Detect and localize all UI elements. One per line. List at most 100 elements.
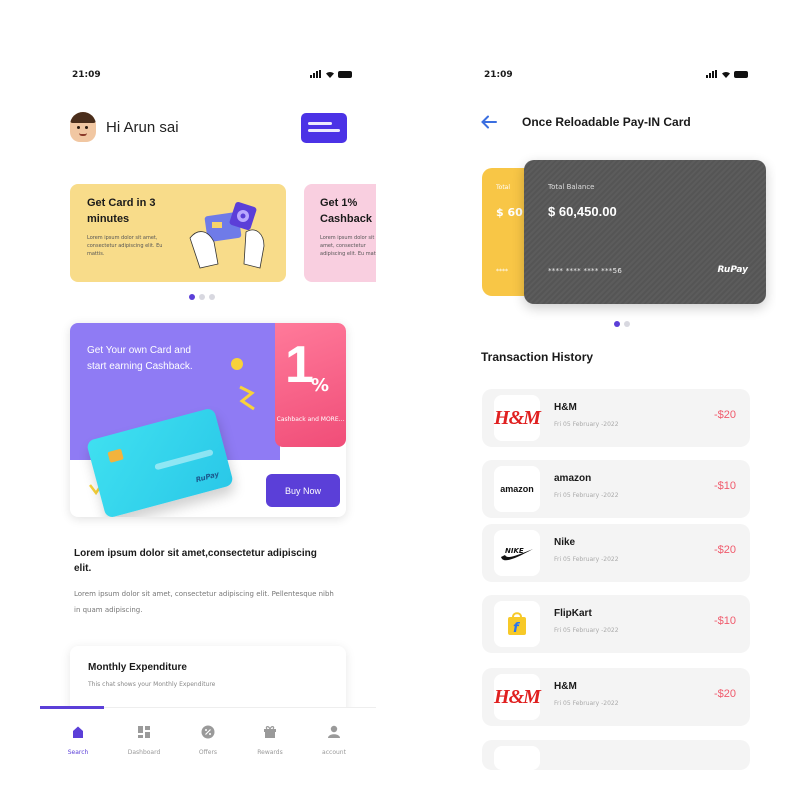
section-heading: Lorem ipsum dolor sit amet,consectetur a… <box>74 548 317 574</box>
status-bar: 21:09 <box>484 70 748 84</box>
yellow-dot-decoration <box>231 358 243 370</box>
carousel-dot[interactable] <box>199 294 205 300</box>
expenditure-subtitle: This chat shows your Monthly Expenditure <box>88 681 216 688</box>
card-detail-screen: 21:09 Once Reloadable Pay-IN Card Total … <box>460 0 776 800</box>
expenditure-title: Monthly Expenditure <box>88 662 187 673</box>
transaction-row[interactable]: H&M H&M Fri 05 February -2022 -$20 <box>482 668 750 726</box>
cashback-percent-badge: 1 % Cashback and MORE... <box>275 323 346 447</box>
battery-icon <box>734 70 748 78</box>
transaction-row[interactable]: NIKE Nike Fri 05 February -2022 -$20 <box>482 524 750 582</box>
promo-carousel-dots <box>189 294 215 300</box>
status-icons <box>310 70 352 78</box>
transaction-amount: -$10 <box>713 480 736 492</box>
transaction-amount: -$10 <box>713 615 736 627</box>
rewards-icon <box>264 726 276 738</box>
percent-digit: 1 <box>285 336 314 394</box>
cashback-caption: Cashback and MORE... <box>276 416 345 423</box>
transaction-row[interactable]: amazon amazon Fri 05 February -2022 -$10 <box>482 460 750 518</box>
active-tab-indicator <box>40 706 104 709</box>
flipkart-logo-icon: f <box>494 601 540 647</box>
signal-icon <box>706 70 717 78</box>
home-icon <box>73 726 83 738</box>
transaction-row[interactable]: H&M H&M Fri 05 February -2022 -$20 <box>482 389 750 447</box>
signal-icon <box>310 70 321 78</box>
tab-rewards[interactable]: Rewards <box>238 724 302 756</box>
card-carousel-dots <box>614 321 630 327</box>
total-balance-label: Total Balance <box>548 183 595 191</box>
amazon-logo-icon: amazon <box>494 466 540 512</box>
wifi-icon <box>721 70 730 78</box>
tab-label: Dashboard <box>127 749 161 756</box>
merchant-name: FlipKart <box>554 608 592 619</box>
greeting-text: Hi Arun sai <box>106 118 179 136</box>
promo-body: Lorem ipsum dolor sit amet, consectetur … <box>320 235 376 257</box>
promo-card-get-card[interactable]: Get Card in 3 minutes Lorem ipsum dolor … <box>70 184 286 282</box>
total-balance-value: $ 60,450.00 <box>548 204 617 219</box>
tab-label: Offers <box>198 749 218 756</box>
transaction-date: Fri 05 February -2022 <box>554 556 619 563</box>
transaction-date: Fri 05 February -2022 <box>554 492 619 499</box>
home-screen: 21:09 Hi Arun sai Get Card in 3 minutes … <box>40 0 376 800</box>
merchant-name: amazon <box>554 473 592 484</box>
zigzag-decoration <box>239 385 255 411</box>
card-front-dark[interactable]: Total Balance $ 60,450.00 **** **** ****… <box>524 160 766 304</box>
buy-now-button[interactable]: Buy Now <box>266 474 340 507</box>
transaction-row[interactable]: f FlipKart Fri 05 February -2022 -$10 <box>482 595 750 653</box>
carousel-dot[interactable] <box>209 294 215 300</box>
transaction-row[interactable] <box>482 740 750 770</box>
card-label: Total <box>496 184 511 191</box>
tab-label: account <box>322 749 346 756</box>
account-icon <box>328 725 340 738</box>
offers-icon <box>201 725 215 739</box>
section-body: Lorem ipsum dolor sit amet, consectetur … <box>74 590 334 614</box>
hm-logo-icon: H&M <box>494 674 541 720</box>
card-wallet-button[interactable] <box>301 113 347 143</box>
merchant-name: H&M <box>554 681 577 692</box>
transaction-history-title: Transaction History <box>481 350 594 364</box>
card-chip-icon <box>107 448 124 463</box>
tab-label: Search <box>67 749 89 756</box>
status-bar: 21:09 <box>72 70 352 84</box>
carousel-dot[interactable] <box>614 321 620 327</box>
transaction-date: Fri 05 February -2022 <box>554 627 619 634</box>
carousel-dot[interactable] <box>189 294 195 300</box>
transaction-amount: -$20 <box>713 544 736 556</box>
greeting: Hi Arun sai <box>70 112 179 142</box>
dashboard-icon <box>138 726 150 738</box>
tab-account[interactable]: account <box>302 724 366 756</box>
hands-card-illustration <box>189 201 265 269</box>
status-time: 21:09 <box>484 70 513 80</box>
tab-label: Rewards <box>257 749 283 756</box>
transaction-amount: -$20 <box>713 688 736 700</box>
promo-title: Get 1% Cashback <box>320 197 372 225</box>
tab-search[interactable]: Search <box>46 724 110 756</box>
avatar[interactable] <box>70 112 96 142</box>
banner-heading: Get Your own Card and start earning Cash… <box>87 345 193 372</box>
carousel-dot[interactable] <box>624 321 630 327</box>
tab-offers[interactable]: Offers <box>176 724 240 756</box>
transaction-date: Fri 05 February -2022 <box>554 421 619 428</box>
battery-icon <box>338 70 352 78</box>
status-icons <box>706 70 748 78</box>
promo-title: Get Card in 3 minutes <box>87 197 156 225</box>
card-balance: $ 60 <box>496 206 523 219</box>
page-title: Once Reloadable Pay-IN Card <box>522 115 691 129</box>
promo-body: Lorem ipsum dolor sit amet, consectetur … <box>87 235 163 257</box>
promo-card-cashback[interactable]: Get 1% Cashback Lorem ipsum dolor sit am… <box>304 184 376 282</box>
header: Once Reloadable Pay-IN Card <box>480 113 691 131</box>
bottom-tab-bar: Search Dashboard Offers Rewards account <box>40 706 376 800</box>
transaction-date: Fri 05 February -2022 <box>554 700 619 707</box>
merchant-name: H&M <box>554 402 577 413</box>
card-brand: RuPay <box>717 265 748 275</box>
merchant-logo-icon <box>494 746 540 770</box>
cashback-banner: Get Your own Card and start earning Cash… <box>70 323 346 517</box>
wifi-icon <box>325 70 334 78</box>
svg-text:NIKE: NIKE <box>505 547 524 555</box>
tab-dashboard[interactable]: Dashboard <box>112 724 176 756</box>
percent-sign: % <box>311 375 330 396</box>
card-number: **** **** **** ***56 <box>548 267 623 275</box>
transaction-amount: -$20 <box>713 409 736 421</box>
back-arrow-icon[interactable] <box>480 113 498 131</box>
hm-logo-icon: H&M <box>494 395 541 441</box>
merchant-name: Nike <box>554 537 576 548</box>
